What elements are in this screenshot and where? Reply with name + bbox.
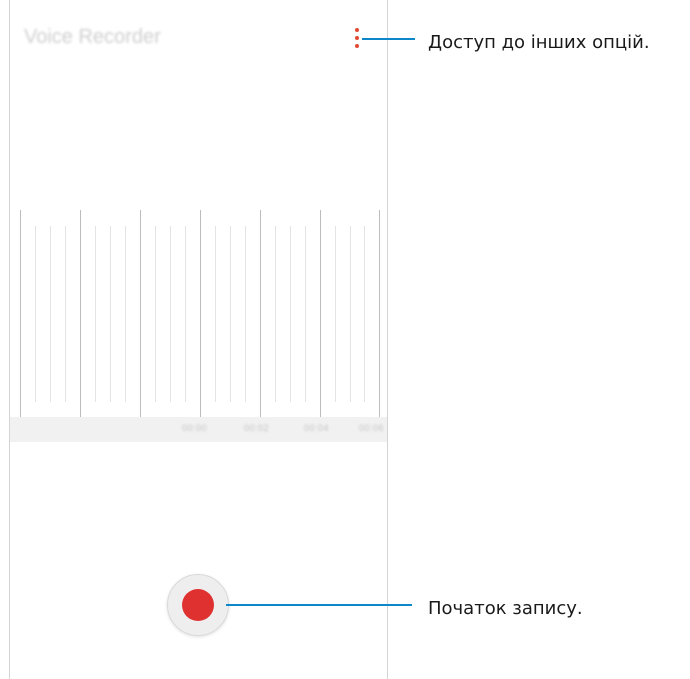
more-vert-icon-dot (355, 44, 359, 48)
timeline-major-line (260, 210, 261, 417)
timeline-minor-line (290, 226, 291, 402)
timeline-major-line (140, 210, 141, 417)
app-title: Voice Recorder (24, 26, 161, 48)
time-label: 00:06 (359, 423, 385, 433)
callout-line-more-options (362, 38, 415, 40)
timeline-minor-line (35, 226, 36, 402)
timeline-minor-line (185, 226, 186, 402)
timeline-minor-line (155, 226, 156, 402)
timeline-minor-line (110, 226, 111, 402)
timeline-major-line (379, 210, 380, 417)
timeline-minor-line (215, 226, 216, 402)
record-button[interactable] (167, 574, 229, 636)
timeline-major-line (20, 210, 21, 417)
time-label: 00:00 (182, 423, 208, 433)
timeline-minor-line (364, 226, 365, 402)
timeline-minor-line (350, 226, 351, 402)
callout-record: Початок запису. (428, 598, 583, 619)
time-label: 00:02 (244, 423, 270, 433)
callout-more-options: Доступ до інших опцій. (428, 32, 650, 53)
timeline-minor-line (170, 226, 171, 402)
phone-screen: Voice Recorder 00:00 00:02 00:04 00:06 (9, 0, 388, 679)
timeline-minor-line (275, 226, 276, 402)
timeline-minor-line (245, 226, 246, 402)
timeline-minor-line (230, 226, 231, 402)
time-ruler: 00:00 00:02 00:04 00:06 (10, 417, 387, 442)
timeline-minor-line (125, 226, 126, 402)
timeline-major-line (200, 210, 201, 417)
more-vert-icon (355, 28, 359, 32)
callout-line-record (226, 604, 412, 606)
timeline-major-line (320, 210, 321, 417)
timeline-minor-line (65, 226, 66, 402)
more-vert-icon-dot (355, 36, 359, 40)
record-icon (182, 589, 214, 621)
timeline-minor-line (50, 226, 51, 402)
timeline-minor-line (95, 226, 96, 402)
time-label: 00:04 (304, 423, 330, 433)
timeline-minor-line (305, 226, 306, 402)
timeline-major-line (80, 210, 81, 417)
timeline-minor-line (335, 226, 336, 402)
waveform-timeline (10, 210, 387, 417)
